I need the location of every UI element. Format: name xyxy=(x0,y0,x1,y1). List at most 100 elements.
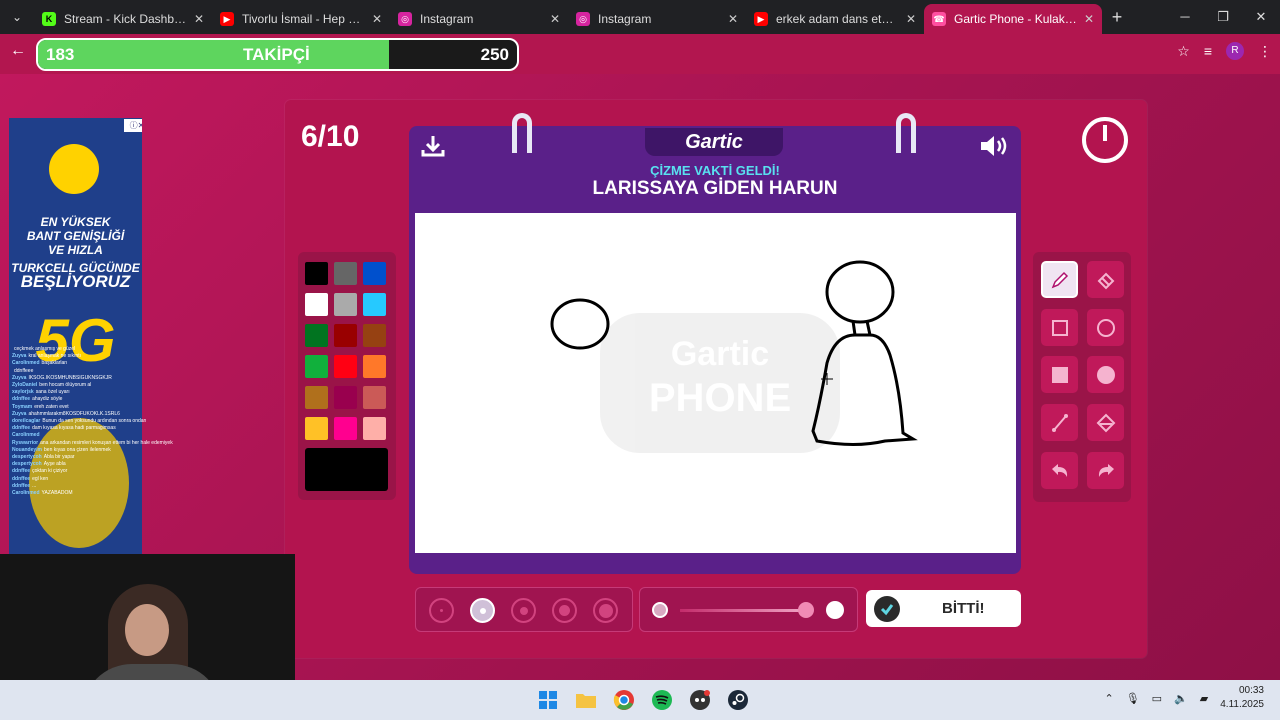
brush-size-3[interactable] xyxy=(511,598,536,623)
back-arrow-icon[interactable]: ← xyxy=(10,42,26,60)
color-swatch[interactable] xyxy=(305,324,328,347)
brush-size-5[interactable] xyxy=(593,598,618,623)
browser-tab[interactable]: ◎ Instagram ✕ xyxy=(568,4,746,34)
close-tab-icon[interactable]: ✕ xyxy=(906,12,916,26)
color-swatch[interactable] xyxy=(334,262,357,285)
chat-username: ddnffee xyxy=(12,396,31,403)
color-swatch[interactable] xyxy=(305,417,328,440)
color-swatch[interactable] xyxy=(363,417,386,440)
color-swatch[interactable] xyxy=(334,293,357,316)
minimize-icon[interactable]: ─ xyxy=(1166,0,1204,34)
star-icon[interactable]: ☆ xyxy=(1177,43,1190,60)
chat-message: xaylorjsk sana özel uyarı xyxy=(12,389,232,396)
follower-goal: 250 xyxy=(480,45,509,64)
color-swatch[interactable] xyxy=(363,324,386,347)
opacity-track[interactable] xyxy=(680,609,808,612)
chat-text: İKSOG.İKOSMHUNBSIGUKNSGKJR xyxy=(28,374,112,381)
bucket-tool[interactable] xyxy=(1087,404,1124,441)
chat-text: ddnffeee xyxy=(14,367,34,374)
ellipse-fill-tool[interactable] xyxy=(1087,356,1124,393)
maximize-icon[interactable]: ❐ xyxy=(1204,0,1242,34)
close-tab-icon[interactable]: ✕ xyxy=(550,12,560,26)
ad-line-5: BEŞLİYORUZ xyxy=(20,272,131,291)
close-tab-icon[interactable]: ✕ xyxy=(194,12,204,26)
color-swatch[interactable] xyxy=(334,417,357,440)
browser-tab[interactable]: ◎ Instagram ✕ xyxy=(390,4,568,34)
ad-info-icon[interactable]: ⓘ✕ xyxy=(124,119,142,132)
brush-size-2[interactable] xyxy=(470,598,495,623)
eraser-tool[interactable] xyxy=(1087,261,1124,298)
color-swatch[interactable] xyxy=(305,262,328,285)
clock[interactable]: 00:33 4.11.2025 xyxy=(1220,684,1264,712)
browser-tab[interactable]: ▶ erkek adam dans etmez m ✕ xyxy=(746,4,924,34)
rectangle-outline-tool[interactable] xyxy=(1041,309,1078,346)
menu-dots-icon[interactable]: ⋮ xyxy=(1258,43,1272,60)
chrome-icon[interactable] xyxy=(612,688,636,712)
opacity-handle[interactable] xyxy=(798,602,814,618)
chat-message: ZyloDaniel ben hocam ölüyorum al xyxy=(12,382,232,389)
close-window-icon[interactable]: ✕ xyxy=(1242,0,1280,34)
speaker-icon[interactable]: 🔈 xyxy=(1174,692,1188,705)
file-explorer-icon[interactable] xyxy=(574,688,598,712)
new-tab-button[interactable]: + xyxy=(1102,7,1132,28)
chat-text: kral anlaşmak ne sıkıntı xyxy=(28,353,81,360)
chat-text: ... xyxy=(32,482,37,489)
browser-tab[interactable]: K Stream - Kick Dashboard ✕ xyxy=(34,4,212,34)
chat-message: Nouandeyim ben kıyas ona çizen ilelenmek xyxy=(12,447,232,454)
close-tab-icon[interactable]: ✕ xyxy=(372,12,382,26)
volume-icon[interactable] xyxy=(979,133,1011,159)
chat-text: ahahmmlarakm8KOSDFUKOKLK.1SRL6 xyxy=(28,410,120,417)
chat-username: Zuyva xyxy=(12,353,27,360)
tab-search-icon[interactable]: ⌄ xyxy=(0,0,34,34)
chat-username: Toymam xyxy=(12,403,33,410)
color-swatch[interactable] xyxy=(305,386,328,409)
chat-username: Carolinmed xyxy=(12,490,40,497)
discord-icon[interactable] xyxy=(688,688,712,712)
tab-title: Stream - Kick Dashboard xyxy=(64,12,188,26)
browser-tab-active[interactable]: ☎ Gartic Phone - Kulaktan Ku ✕ xyxy=(924,4,1102,34)
profile-avatar[interactable]: R xyxy=(1226,42,1244,60)
drawn-head xyxy=(825,260,895,324)
color-swatch[interactable] xyxy=(363,386,386,409)
drawing-canvas[interactable]: Gartic PHONE xyxy=(415,213,1016,553)
microphone-icon[interactable]: 🎙 xyxy=(1126,692,1140,705)
brush-size-picker xyxy=(415,587,633,632)
redo-tool[interactable] xyxy=(1087,452,1124,489)
ad-line-2: BANT GENİŞLİĞİ xyxy=(26,229,125,243)
binder-ring-right xyxy=(896,113,916,153)
pencil-tool[interactable] xyxy=(1041,261,1078,298)
undo-tool[interactable] xyxy=(1041,452,1078,489)
instagram-icon: ◎ xyxy=(576,12,590,26)
brush-size-1[interactable] xyxy=(429,598,454,623)
line-tool[interactable] xyxy=(1041,404,1078,441)
chevron-up-icon[interactable]: ⌃ xyxy=(1104,692,1113,705)
steam-icon[interactable] xyxy=(726,688,750,712)
ellipse-outline-tool[interactable] xyxy=(1087,309,1124,346)
color-swatch[interactable] xyxy=(334,355,357,378)
spotify-icon[interactable] xyxy=(650,688,674,712)
color-swatch[interactable] xyxy=(363,262,386,285)
draw-time-subtitle: ÇİZME VAKTİ GELDİ! xyxy=(650,163,780,178)
chat-username: despertycoh xyxy=(12,461,42,468)
done-button[interactable]: BİTTİ! xyxy=(866,590,1021,627)
chat-text: başaklarları xyxy=(41,360,68,367)
windows-start-icon[interactable] xyxy=(536,688,560,712)
browser-tab[interactable]: ▶ Tivorlu İsmail - Hep Berabe ✕ xyxy=(212,4,390,34)
network-icon[interactable]: ▭ xyxy=(1152,692,1162,705)
chat-username: xaylorjsk xyxy=(12,389,34,396)
brush-size-4[interactable] xyxy=(552,598,577,623)
download-icon[interactable] xyxy=(420,133,446,159)
close-tab-icon[interactable]: ✕ xyxy=(728,12,738,26)
color-swatch[interactable] xyxy=(305,293,328,316)
rectangle-fill-tool[interactable] xyxy=(1041,356,1078,393)
color-swatch[interactable] xyxy=(363,355,386,378)
battery-icon[interactable]: ▰ xyxy=(1200,692,1208,705)
media-control-icon[interactable]: ≡ xyxy=(1204,43,1212,59)
color-swatch[interactable] xyxy=(305,355,328,378)
close-tab-icon[interactable]: ✕ xyxy=(1084,12,1094,26)
color-swatch[interactable] xyxy=(334,324,357,347)
color-swatch[interactable] xyxy=(363,293,386,316)
chat-username: ddnffee xyxy=(12,475,31,482)
color-swatch[interactable] xyxy=(334,386,357,409)
opacity-slider[interactable] xyxy=(639,587,858,632)
